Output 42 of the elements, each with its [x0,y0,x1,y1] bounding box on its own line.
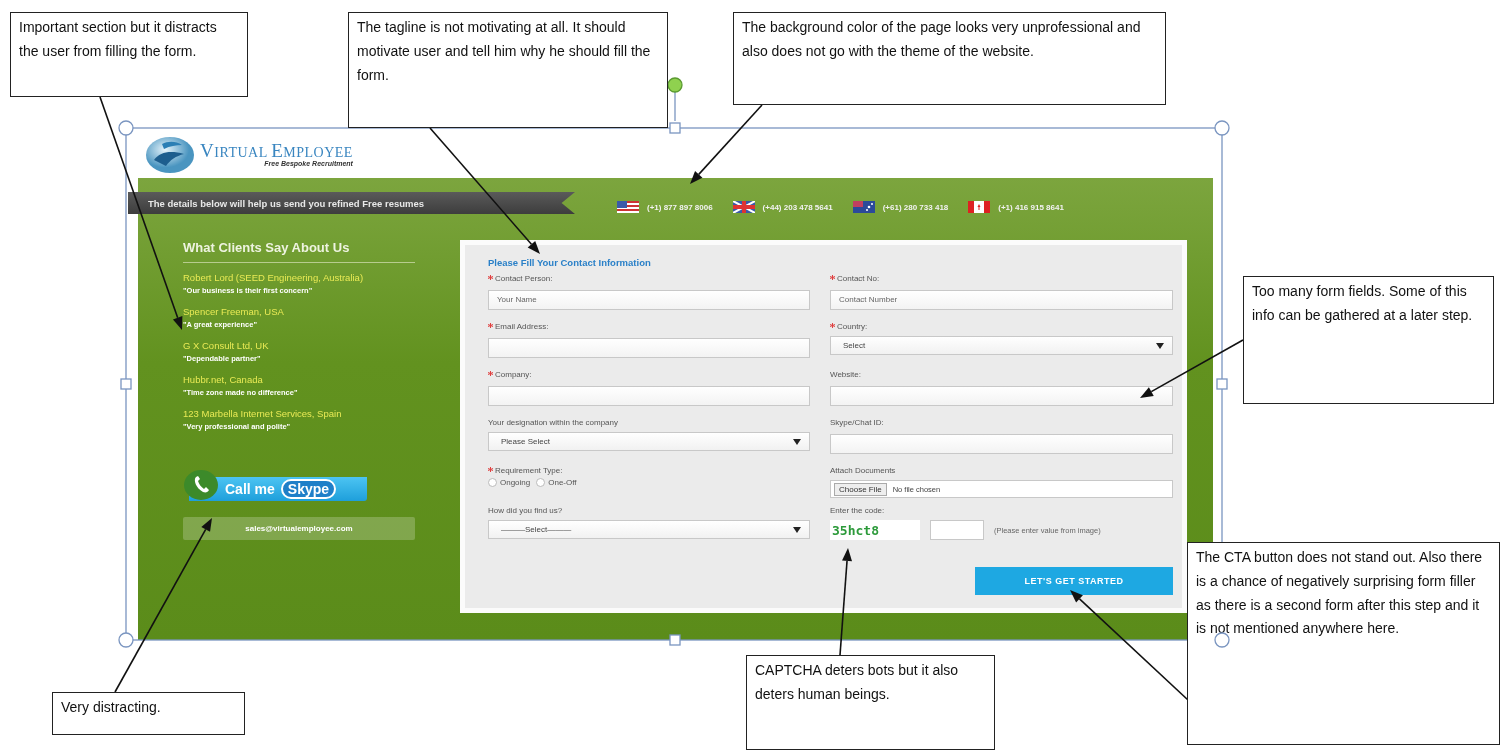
field-label: Your designation within the company [488,417,618,429]
field-label: Skype/Chat ID: [830,417,884,429]
annotation-note: Important section but it distracts the user from filling the form. [10,12,248,97]
field-label: Contact No: [837,273,880,285]
phone-number: (+1) 416 915 8641 [998,202,1064,212]
banner-ribbon: The details below will help us send you refined Free resumes [128,192,575,214]
client-name: 123 Marbella Internet Services, Spain [183,407,343,421]
phone-number: (+61) 280 733 418 [882,202,949,212]
client-name: G X Consult Ltd, UK [183,339,270,353]
field-label: How did you find us? [488,505,563,517]
text-field[interactable]: Contact Number [830,289,1173,310]
phone-number: (+44) 203 478 5641 [762,202,833,212]
annotation-note: The tagline is not motivating at all. It should motivate user and tell him why he should fill the form. [348,12,668,128]
field-label: Email Address: [495,321,549,333]
annotation-note: The background color of the page looks very unprofessional and also does not go with the theme of the website. [733,12,1166,105]
client-name: Hubbr.net, Canada [183,373,264,387]
client-name: Spencer Freeman, USA [183,305,285,319]
annotation-note: Very distracting. [52,692,245,735]
client-name: Robert Lord (SEED Engineering, Australia) [183,271,365,285]
field-label: Enter the code: [830,505,885,517]
field-label: Company: [495,369,532,381]
annotation-note: The CTA button does not stand out. Also there is a chance of negatively surprising form filler as there is a second form after this step and it is not mentioned anywhere here. [1187,542,1500,745]
logo-wordmark: VIRTUAL EMPLOYEE [200,141,353,160]
field-label: Country: [837,321,868,333]
select-field[interactable]: Please Select [488,432,810,451]
select-field[interactable]: Select [830,336,1173,355]
skype-call-button[interactable]: Call me Skype [183,469,367,501]
radio-label: Ongoing [500,478,531,487]
choose-file-button[interactable]: Choose File [834,482,887,496]
field-label: Contact Person: [495,273,553,285]
select-field[interactable]: ———Select——— [488,520,810,539]
testimonials-heading: What Clients Say About Us [183,240,415,263]
captcha-image: 35hct8 [830,520,920,540]
form-title: Please Fill Your Contact Information [488,257,652,269]
text-field[interactable]: Your Name [488,289,810,310]
annotation-note: CAPTCHA deters bots but it also deters human beings. [746,655,995,750]
phone-number: (+1) 877 897 8006 [647,202,713,212]
radio-label: One-Off [548,478,577,487]
field-label: Attach Documents [830,465,896,477]
field-label: Website: [830,369,861,381]
annotation-note: Too many form fields. Some of this info can be gathered at a later step. [1243,276,1494,404]
field-label: Requirement Type: [495,465,563,477]
